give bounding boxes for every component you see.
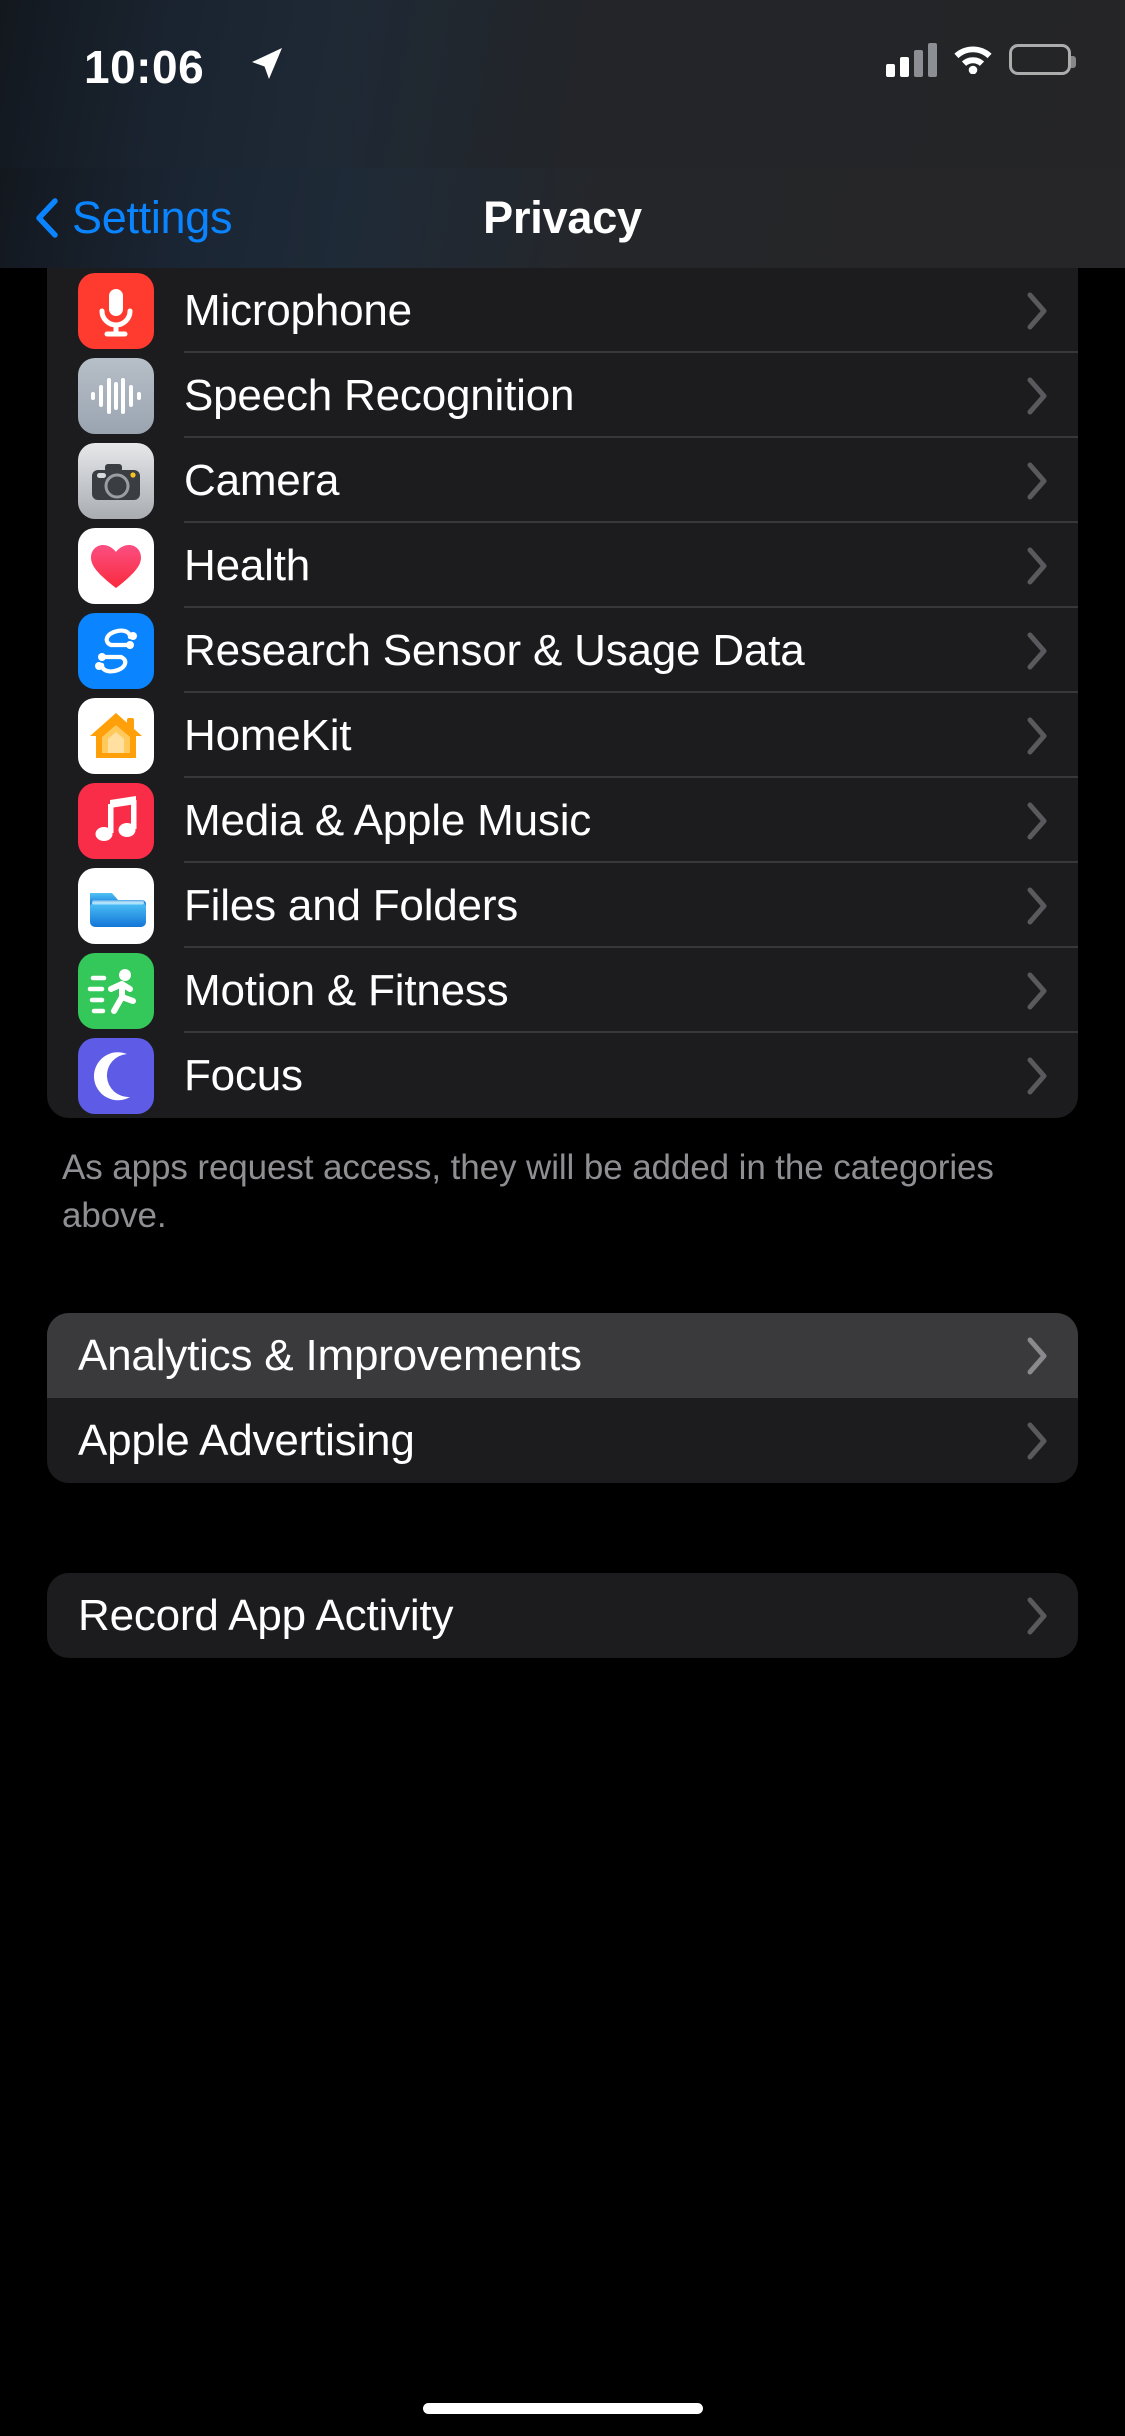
chevron-right-icon: [1026, 292, 1048, 330]
settings-row-label: Apple Advertising: [78, 1415, 415, 1465]
settings-row-label: Media & Apple Music: [184, 795, 592, 845]
navigation-bar: Settings Privacy: [0, 168, 1125, 268]
settings-row-files-and-folders[interactable]: Files and Folders: [47, 863, 1078, 948]
heart-icon: [78, 527, 154, 604]
chevron-right-icon: [1026, 887, 1048, 925]
camera-icon: [78, 442, 154, 519]
chevron-right-icon: [1026, 1337, 1048, 1375]
status-bar: 10:06: [0, 0, 1125, 168]
folder-icon: [78, 867, 154, 944]
wifi-icon: [951, 40, 995, 79]
settings-row-label: Analytics & Improvements: [78, 1330, 582, 1380]
settings-row-label: Files and Folders: [184, 880, 519, 930]
status-bar-indicators: [886, 40, 1076, 79]
settings-row-analytics-improvements[interactable]: Analytics & Improvements: [47, 1313, 1078, 1399]
battery-icon: [1009, 44, 1076, 75]
settings-row-homekit[interactable]: HomeKit: [47, 693, 1078, 778]
settings-list[interactable]: Microphone Speech Recognition Camera Hea…: [0, 268, 1125, 2436]
settings-row-label: Record App Activity: [78, 1590, 454, 1640]
status-bar-time: 10:06: [84, 41, 205, 93]
settings-row-camera[interactable]: Camera: [47, 438, 1078, 523]
settings-row-label: Focus: [184, 1050, 303, 1100]
running-person-icon: [78, 952, 154, 1029]
chevron-right-icon: [1026, 632, 1048, 670]
page-title: Privacy: [483, 192, 642, 243]
settings-row-label: Speech Recognition: [184, 370, 575, 420]
settings-row-microphone[interactable]: Microphone: [47, 268, 1078, 353]
location-arrow-icon: [246, 44, 286, 84]
cellular-signal-icon: [886, 42, 937, 77]
settings-row-label: Microphone: [184, 285, 412, 335]
music-note-icon: [78, 782, 154, 859]
settings-row-apple-advertising[interactable]: Apple Advertising: [47, 1398, 1078, 1483]
home-indicator[interactable]: [422, 2403, 703, 2414]
settings-row-speech-recognition[interactable]: Speech Recognition: [47, 353, 1078, 438]
settings-row-media-apple-music[interactable]: Media & Apple Music: [47, 778, 1078, 863]
research-sensor-icon: [78, 612, 154, 689]
permissions-section: Microphone Speech Recognition Camera Hea…: [47, 268, 1078, 1118]
chevron-right-icon: [1026, 717, 1048, 755]
record-activity-section: Record App Activity: [47, 1573, 1078, 1659]
permissions-section-footer: As apps request access, they will be add…: [62, 1148, 994, 1235]
settings-row-record-app-activity[interactable]: Record App Activity: [47, 1573, 1078, 1658]
settings-row-label: Research Sensor & Usage Data: [184, 625, 805, 675]
chevron-right-icon: [1026, 547, 1048, 585]
settings-row-health[interactable]: Health: [47, 523, 1078, 608]
settings-row-label: Motion & Fitness: [184, 965, 509, 1015]
chevron-right-icon: [1026, 1597, 1048, 1635]
chevron-right-icon: [1026, 462, 1048, 500]
settings-row-label: Health: [184, 540, 310, 590]
waveform-icon: [78, 357, 154, 434]
settings-row-label: HomeKit: [184, 710, 352, 760]
chevron-right-icon: [1026, 1057, 1048, 1095]
settings-row-focus[interactable]: Focus: [47, 1033, 1078, 1118]
home-icon: [78, 697, 154, 774]
chevron-right-icon: [1026, 802, 1048, 840]
microphone-icon: [78, 272, 154, 349]
crescent-moon-icon: [78, 1037, 154, 1114]
chevron-right-icon: [1026, 972, 1048, 1010]
analytics-section: Analytics & Improvements Apple Advertisi…: [47, 1313, 1078, 1484]
settings-row-research-sensor[interactable]: Research Sensor & Usage Data: [47, 608, 1078, 693]
chevron-right-icon: [1026, 377, 1048, 415]
settings-row-label: Camera: [184, 455, 340, 505]
chevron-right-icon: [1026, 1422, 1048, 1460]
settings-row-motion-fitness[interactable]: Motion & Fitness: [47, 948, 1078, 1033]
iphone-screen: 10:06 Settings Privacy Microphone Speech…: [0, 0, 1125, 2436]
